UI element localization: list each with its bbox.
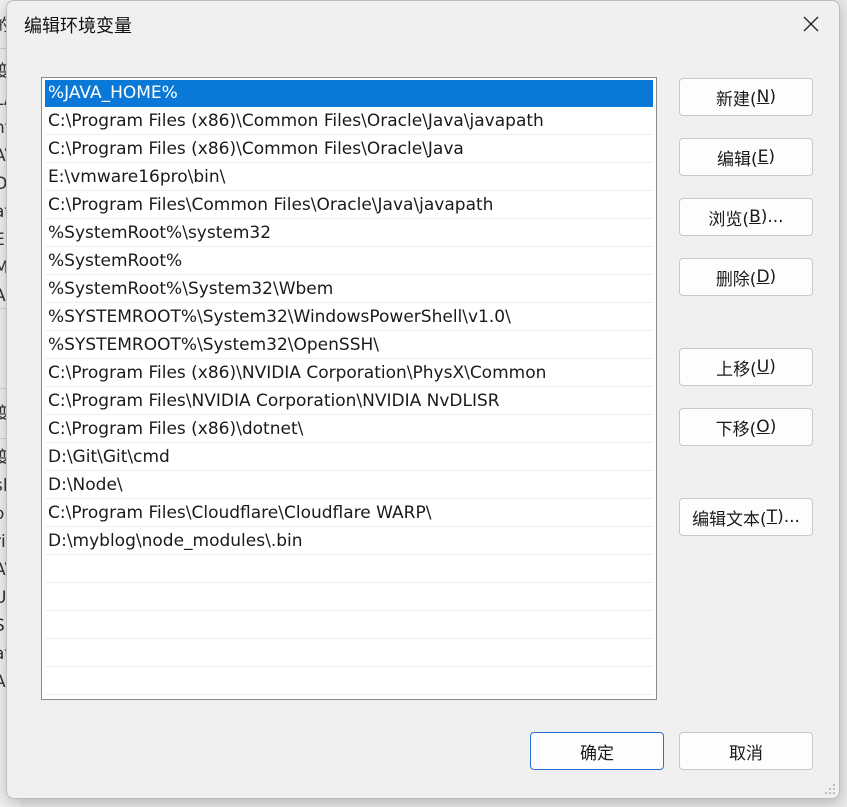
edit-button-tail: ) <box>768 147 776 167</box>
browse-button-tail: )... <box>760 207 784 227</box>
cancel-button[interactable]: 取消 <box>679 732 813 770</box>
move-up-button[interactable]: 上移(U) <box>679 348 813 386</box>
path-list-empty-row[interactable] <box>45 556 653 583</box>
move-down-button-key: O <box>756 417 770 437</box>
new-button-tail: ) <box>769 87 776 107</box>
path-list-item[interactable]: D:\myblog\node_modules\.bin <box>45 528 653 555</box>
ok-button-label: 确定 <box>580 743 614 764</box>
browse-button[interactable]: 浏览(B)... <box>679 198 813 236</box>
delete-button[interactable]: 删除(D) <box>679 258 813 296</box>
path-list-empty-row[interactable] <box>45 640 653 667</box>
delete-button-label: 删除( <box>715 269 757 290</box>
edit-button-label: 编辑( <box>716 149 758 170</box>
path-list-item[interactable]: %SystemRoot%\system32 <box>45 220 653 247</box>
move-up-button-key: U <box>756 357 770 377</box>
edit-text-button-key: T <box>766 507 778 527</box>
path-list-item[interactable]: %SystemRoot% <box>45 248 653 275</box>
path-list-empty-row[interactable] <box>45 612 653 639</box>
path-list-item[interactable]: D:\Git\Git\cmd <box>45 444 653 471</box>
path-list-item[interactable]: %SystemRoot%\System32\Wbem <box>45 276 653 303</box>
title-bar: 编辑环境变量 <box>7 1 839 47</box>
path-list-item[interactable]: C:\Program Files (x86)\NVIDIA Corporatio… <box>45 360 653 387</box>
path-list-item[interactable]: C:\Program Files (x86)\Common Files\Orac… <box>45 136 653 163</box>
new-button-key: N <box>756 87 770 107</box>
delete-button-tail: ) <box>769 267 777 287</box>
move-up-button-label: 上移( <box>716 359 757 380</box>
close-button[interactable] <box>791 7 831 41</box>
move-down-button-tail: ) <box>769 417 777 437</box>
path-list-item[interactable]: C:\Program Files\Cloudflare\Cloudflare W… <box>45 500 653 527</box>
path-list-item[interactable]: C:\Program Files (x86)\Common Files\Orac… <box>45 108 653 135</box>
dialog-title: 编辑环境变量 <box>24 16 132 37</box>
cancel-button-label: 取消 <box>729 743 763 764</box>
path-list-item[interactable]: %SYSTEMROOT%\System32\OpenSSH\ <box>45 332 653 359</box>
move-down-button[interactable]: 下移(O) <box>679 408 813 446</box>
edit-text-button[interactable]: 编辑文本(T)... <box>679 498 813 536</box>
path-list-item[interactable]: %JAVA_HOME% <box>45 80 653 107</box>
path-list-item[interactable]: C:\Program Files\Common Files\Oracle\Jav… <box>45 192 653 219</box>
path-list-item[interactable]: C:\Program Files (x86)\dotnet\ <box>45 416 653 443</box>
path-list-item[interactable]: E:\vmware16pro\bin\ <box>45 164 653 191</box>
path-list-item[interactable]: %SYSTEMROOT%\System32\WindowsPowerShell\… <box>45 304 653 331</box>
delete-button-key: D <box>756 267 770 287</box>
path-list-item[interactable]: D:\Node\ <box>45 472 653 499</box>
ok-button[interactable]: 确定 <box>530 732 664 770</box>
path-list-empty-row[interactable] <box>45 668 653 695</box>
edit-environment-variable-dialog: 编辑环境变量 %JAVA_HOME% C:\Program Files (x86)… <box>6 0 840 799</box>
new-button-label: 新建( <box>716 89 757 110</box>
resize-grip-icon[interactable] <box>824 783 836 795</box>
edit-text-button-label: 编辑文本( <box>692 509 767 530</box>
path-list[interactable]: %JAVA_HOME% C:\Program Files (x86)\Common… <box>41 77 657 700</box>
browse-button-label: 浏览( <box>708 209 750 230</box>
new-button[interactable]: 新建(N) <box>679 78 813 116</box>
edit-button[interactable]: 编辑(E) <box>679 138 813 176</box>
path-list-empty-row[interactable] <box>45 584 653 611</box>
close-icon <box>803 16 819 32</box>
browse-button-key: B <box>749 207 761 227</box>
move-up-button-tail: ) <box>769 357 776 377</box>
edit-button-key: E <box>757 147 769 167</box>
edit-text-button-tail: )... <box>777 507 800 527</box>
move-down-button-label: 下移( <box>715 419 757 440</box>
path-list-item[interactable]: C:\Program Files\NVIDIA Corporation\NVID… <box>45 388 653 415</box>
